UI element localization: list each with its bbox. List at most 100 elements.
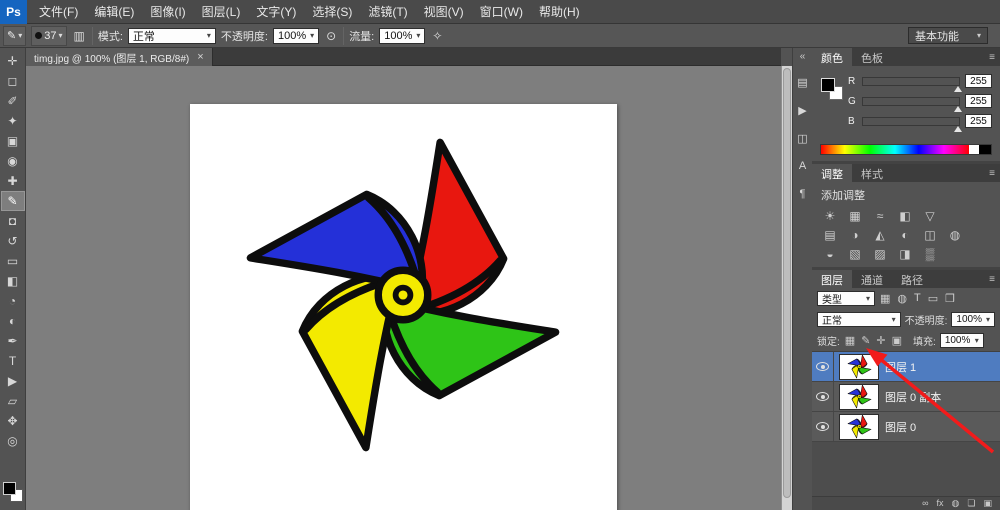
eraser-tool[interactable]: ▭ (1, 251, 25, 271)
canvas-area[interactable] (26, 66, 781, 510)
layer-thumbnail[interactable] (839, 384, 879, 410)
layer-fill-select[interactable]: 100%▾ (940, 333, 984, 348)
layers-bottom-icon[interactable]: ▣ (983, 498, 992, 509)
adjustment-icon[interactable]: ◍ (947, 227, 963, 242)
panel-tab[interactable]: 通道 (852, 270, 892, 288)
layer-filter-icon[interactable]: ◍ (896, 292, 908, 305)
adjustment-icon[interactable]: ▧ (847, 246, 863, 261)
panel-tab[interactable]: 路径 (892, 270, 932, 288)
flow-select[interactable]: 100%▾ (379, 28, 425, 44)
menu-item[interactable]: 滤镜(T) (360, 0, 415, 24)
layer-opacity-select[interactable]: 100%▾ (951, 312, 995, 327)
channel-value-input[interactable]: 255 (965, 94, 992, 108)
channel-slider[interactable] (862, 97, 960, 106)
menu-item[interactable]: 窗口(W) (472, 0, 531, 24)
blend-mode-select[interactable]: 正常▾ (817, 312, 901, 327)
dodge-tool[interactable]: ◐ (1, 311, 25, 331)
adjustment-icon[interactable]: ◑ (847, 227, 863, 242)
crop-tool[interactable]: ▣ (1, 131, 25, 151)
adjustment-icon[interactable]: ◫ (922, 227, 938, 242)
scrollbar-thumb[interactable] (783, 68, 791, 498)
channel-slider[interactable] (862, 117, 960, 126)
panel-tab[interactable]: 颜色 (812, 48, 852, 66)
foreground-color-swatch[interactable] (3, 482, 16, 495)
channel-value-input[interactable]: 255 (965, 114, 992, 128)
panel-menu-icon[interactable]: ≡ (984, 270, 1000, 288)
menu-item[interactable]: 文字(Y) (248, 0, 304, 24)
hand-tool[interactable]: ✥ (1, 411, 25, 431)
layer-thumbnail[interactable] (839, 354, 879, 380)
layer-visibility-toggle[interactable] (812, 412, 834, 441)
clone-stamp-tool[interactable]: ◘ (1, 211, 25, 231)
adjustment-icon[interactable]: ◨ (897, 246, 913, 261)
layer-visibility-toggle[interactable] (812, 352, 834, 381)
adjustment-icon[interactable]: ≈ (872, 208, 888, 223)
channel-slider[interactable] (862, 77, 960, 86)
menu-item[interactable]: 图层(L) (194, 0, 249, 24)
document-canvas[interactable] (190, 104, 617, 510)
gradient-tool[interactable]: ◧ (1, 271, 25, 291)
layer-filter-icon[interactable]: ▦ (879, 292, 891, 305)
adjustment-icon[interactable]: ☀ (822, 208, 838, 223)
foreground-color-chip[interactable] (821, 78, 835, 92)
layer-filter-icon[interactable]: ❒ (944, 292, 956, 305)
close-icon[interactable]: × (197, 51, 203, 63)
layers-bottom-icon[interactable]: ∞ (922, 498, 928, 508)
adjustment-icon[interactable]: ◐ (897, 227, 913, 242)
color-spectrum-bar[interactable] (820, 144, 992, 155)
brush-tool[interactable]: ✎ (1, 191, 25, 211)
opacity-select[interactable]: 100%▾ (273, 28, 319, 44)
adjustment-icon[interactable]: ◧ (897, 208, 913, 223)
adjustment-icon[interactable]: ▤ (822, 227, 838, 242)
layer-thumbnail[interactable] (839, 414, 879, 440)
menu-item[interactable]: 视图(V) (416, 0, 472, 24)
marquee-tool[interactable]: ◻ (1, 71, 25, 91)
vertical-scrollbar[interactable] (781, 66, 792, 510)
shape-tool[interactable]: ▱ (1, 391, 25, 411)
quick-selection-tool[interactable]: ✦ (1, 111, 25, 131)
type-tool[interactable]: T (1, 351, 25, 371)
panel-tab[interactable]: 色板 (852, 48, 892, 66)
brush-panel-toggle-icon[interactable]: ▥ (72, 29, 87, 43)
adjustment-icon[interactable]: ◭ (872, 227, 888, 242)
actions-panel-icon[interactable]: ▶ (794, 101, 812, 119)
layer-filter-icon[interactable]: ▭ (927, 292, 939, 305)
panel-menu-icon[interactable]: ≡ (984, 48, 1000, 66)
panel-tab[interactable]: 图层 (812, 270, 852, 288)
layer-filter-icon[interactable]: T (913, 292, 922, 305)
menu-item[interactable]: 选择(S) (304, 0, 360, 24)
layer-row[interactable]: 图层 1 (812, 352, 1000, 382)
character-panel-icon[interactable]: A (794, 157, 812, 175)
document-tab[interactable]: timg.jpg @ 100% (图层 1, RGB/8#) × (26, 48, 213, 66)
tool-preset-picker[interactable]: ✎▾ (3, 26, 26, 46)
panel-menu-icon[interactable]: ≡ (984, 164, 1000, 182)
pen-tool[interactable]: ✒ (1, 331, 25, 351)
panel-tab[interactable]: 样式 (852, 164, 892, 182)
adjustment-icon[interactable]: ▽ (922, 208, 938, 223)
menu-item[interactable]: 图像(I) (142, 0, 193, 24)
menu-item[interactable]: 编辑(E) (86, 0, 142, 24)
lock-icon[interactable]: ✛ (875, 334, 886, 347)
lasso-tool[interactable]: ✐ (1, 91, 25, 111)
path-selection-tool[interactable]: ▶ (1, 371, 25, 391)
layer-row[interactable]: 图层 0 (812, 412, 1000, 442)
airbrush-icon[interactable]: ✧ (430, 29, 444, 43)
layer-filter-select[interactable]: 类型▾ (817, 291, 875, 306)
lock-icon[interactable]: ▦ (844, 334, 856, 347)
zoom-tool[interactable]: ◎ (1, 431, 25, 451)
paragraph-panel-icon[interactable]: ¶ (794, 185, 812, 203)
history-panel-icon[interactable]: ▤ (794, 73, 812, 91)
adjustment-icon[interactable]: ◒ (822, 246, 838, 261)
blur-tool[interactable]: ◔ (1, 291, 25, 311)
adjustment-icon[interactable]: ▨ (872, 246, 888, 261)
lock-icon[interactable]: ▣ (891, 334, 903, 347)
layer-visibility-toggle[interactable] (812, 382, 834, 411)
lock-icon[interactable]: ✎ (860, 334, 871, 347)
menu-item[interactable]: 文件(F) (31, 0, 86, 24)
mode-select[interactable]: 正常▾ (128, 28, 216, 44)
adjustment-icon[interactable]: ▦ (847, 208, 863, 223)
layers-bottom-icon[interactable]: fx (937, 498, 944, 508)
collapse-panels-icon[interactable]: « (800, 48, 806, 68)
brush-presets-panel-icon[interactable]: ◫ (794, 129, 812, 147)
brush-size-picker[interactable]: 37 ▾ (31, 26, 66, 46)
